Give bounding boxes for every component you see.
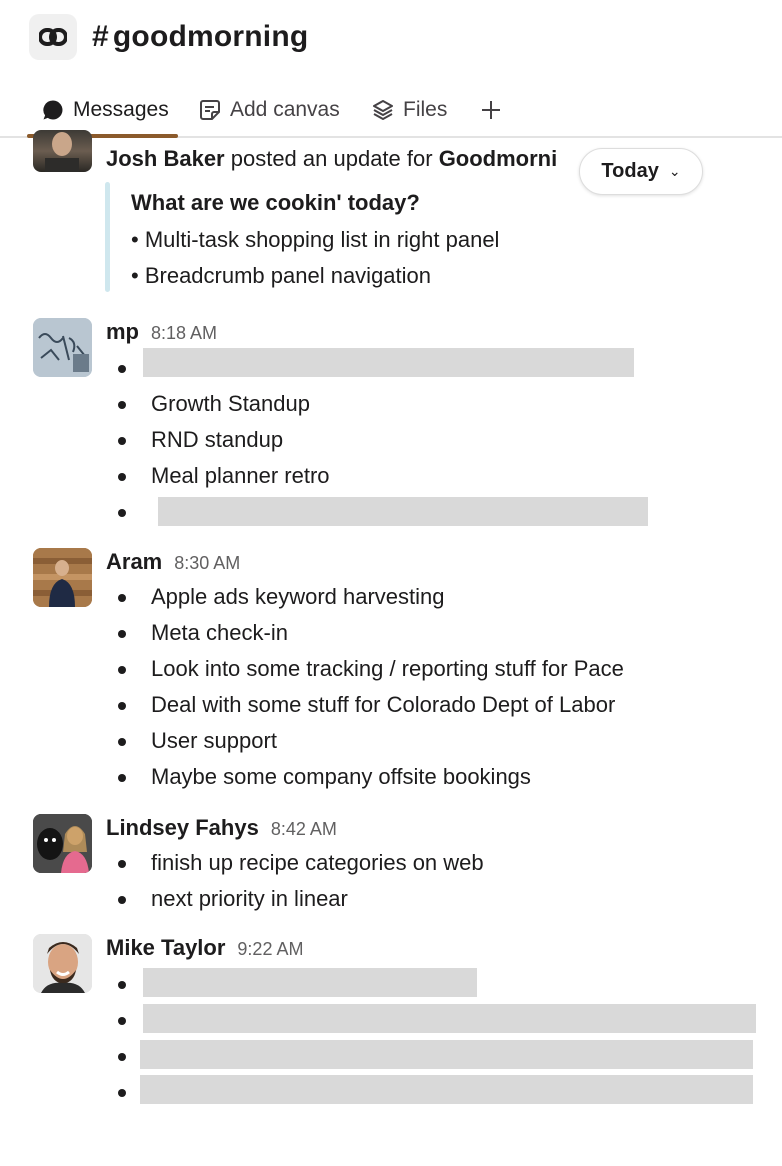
message-timestamp[interactable]: 8:42 AM [271, 819, 337, 840]
channel-hash: # [92, 20, 109, 53]
avatar[interactable] [33, 934, 92, 993]
redaction-block [143, 968, 477, 997]
list-item: RND standup [116, 422, 330, 458]
redaction-block [140, 1075, 753, 1104]
channel-header: # goodmorning Messages Add canvas Files [0, 0, 782, 140]
quote-bar [105, 182, 110, 292]
list-item: Look into some tracking / reporting stuf… [116, 651, 624, 687]
message-timestamp[interactable]: 8:18 AM [151, 323, 217, 344]
tab-label: Add canvas [230, 98, 340, 121]
list-item: Maybe some company offsite bookings [116, 759, 624, 795]
tab-add-canvas[interactable]: Add canvas [198, 92, 340, 128]
list-item: Growth Standup [116, 386, 330, 422]
post-title: What are we cookin' today? [131, 190, 420, 215]
message-list: finish up recipe categories on web next … [116, 845, 484, 917]
add-tab-button[interactable] [479, 92, 503, 128]
list-item: finish up recipe categories on web [116, 845, 484, 881]
message-header: Mike Taylor 9:22 AM [106, 935, 303, 961]
list-item: Meta check-in [116, 615, 624, 651]
date-label: Today [601, 160, 659, 182]
plus-icon [479, 98, 503, 122]
message-header: Aram 8:30 AM [106, 549, 240, 575]
channel-name: goodmorning [112, 20, 309, 53]
tab-label: Messages [73, 98, 169, 121]
list-item: next priority in linear [116, 881, 484, 917]
channel-title[interactable]: # goodmorning [92, 20, 308, 54]
date-divider-button[interactable]: Today ⌄ [579, 148, 703, 195]
list-item: Meal planner retro [116, 458, 330, 494]
message-header: Lindsey Fahys 8:42 AM [106, 815, 337, 841]
message-timestamp[interactable]: 8:30 AM [174, 553, 240, 574]
avatar[interactable] [33, 548, 92, 607]
tab-label: Files [403, 98, 448, 121]
list-item: • Breadcrumb panel navigation [131, 263, 432, 288]
message-author[interactable]: Lindsey Fahys [106, 815, 259, 841]
chevron-down-icon: ⌄ [668, 163, 681, 179]
message-author[interactable]: mp [106, 319, 139, 345]
post-text: posted an update for [224, 146, 439, 171]
avatar[interactable] [33, 318, 92, 377]
redaction-block [158, 497, 648, 526]
list-item: User support [116, 723, 624, 759]
list-item: Apple ads keyword harvesting [116, 579, 624, 615]
layers-icon [371, 98, 395, 122]
list-item: Deal with some stuff for Colorado Dept o… [116, 687, 624, 723]
redaction-block [143, 1004, 756, 1033]
message-author[interactable]: Mike Taylor [106, 935, 225, 961]
redaction-block [143, 348, 634, 377]
post-target[interactable]: Goodmorni [439, 146, 558, 171]
chat-bubble-icon [41, 98, 65, 122]
tab-messages[interactable]: Messages [41, 92, 169, 128]
post-author[interactable]: Josh Baker [106, 146, 225, 171]
tab-files[interactable]: Files [371, 92, 447, 128]
channel-icon-button[interactable] [29, 14, 77, 60]
canvas-icon [198, 98, 222, 122]
message-list: Apple ads keyword harvesting Meta check-… [116, 579, 624, 795]
list-item: • Multi-task shopping list in right pane… [131, 227, 500, 252]
avatar[interactable] [33, 130, 92, 172]
message-header: mp 8:18 AM [106, 319, 217, 345]
message-author[interactable]: Aram [106, 549, 162, 575]
post-header: Josh Baker posted an update for Goodmorn… [106, 146, 557, 172]
channel-tabs: Messages Add canvas Files [0, 84, 782, 138]
redaction-block [140, 1040, 753, 1069]
avatar[interactable] [33, 814, 92, 873]
message-timestamp[interactable]: 9:22 AM [237, 939, 303, 960]
link-icon [39, 28, 67, 46]
post-list: • Multi-task shopping list in right pane… [131, 222, 499, 294]
